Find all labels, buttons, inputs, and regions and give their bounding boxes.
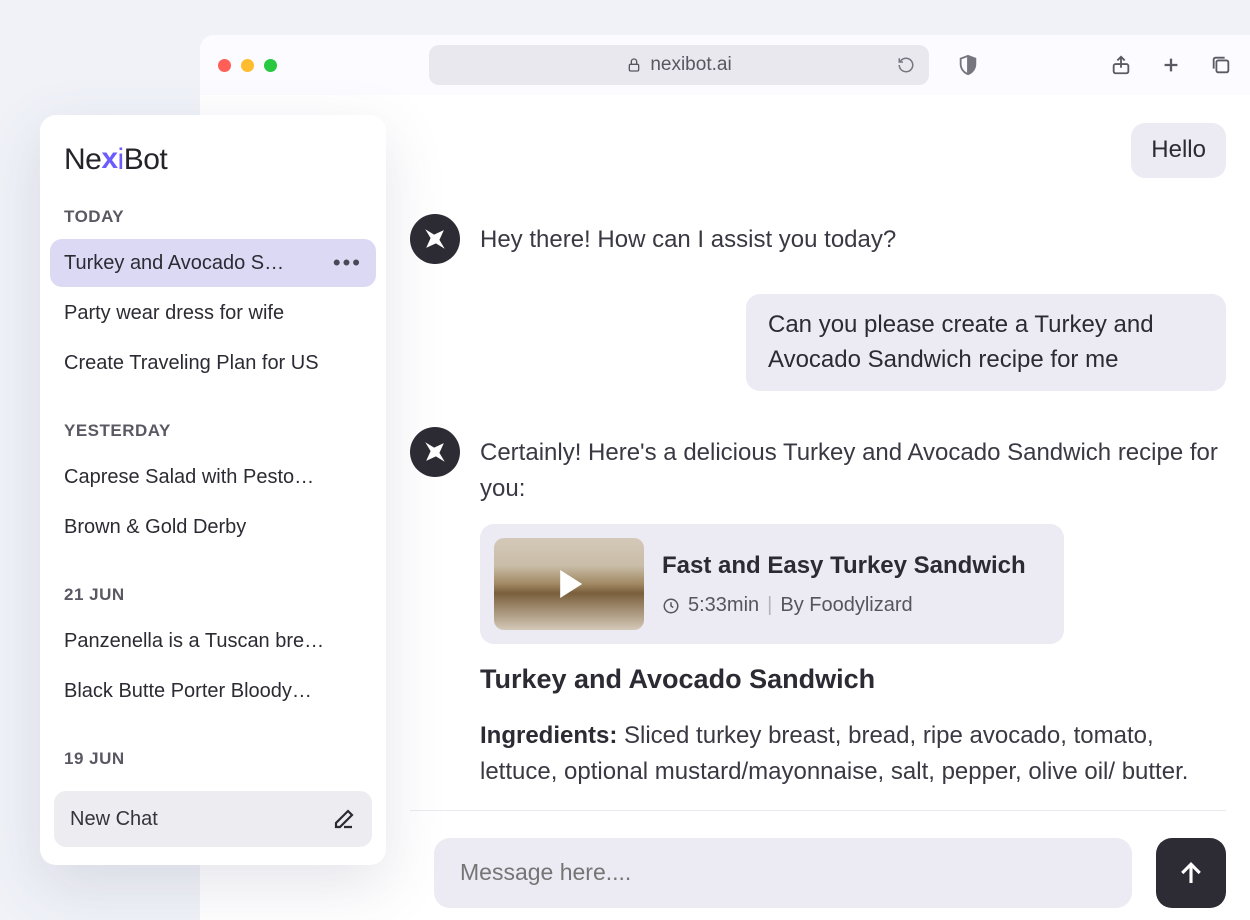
ingredients-line: Ingredients: Sliced turkey breast, bread…	[480, 718, 1226, 789]
video-author: By Foodylizard	[780, 591, 912, 621]
user-message: Can you please create a Turkey and Avoca…	[746, 294, 1226, 392]
new-chat-button[interactable]: New Chat	[54, 791, 372, 847]
composer	[410, 810, 1226, 920]
chat-item-title: Brown & Gold Derby	[64, 516, 246, 539]
chat-history-item[interactable]: Brown & Gold Derby	[50, 503, 376, 551]
chat-history-list: TODAY Turkey and Avocado S… ••• Party we…	[50, 199, 376, 781]
bot-avatar-icon	[410, 214, 460, 264]
new-chat-label: New Chat	[70, 808, 158, 831]
chat-history-item[interactable]: Turkey and Avocado S… •••	[50, 239, 376, 287]
video-title: Fast and Easy Turkey Sandwich	[662, 548, 1026, 584]
app-logo: NexiBot	[50, 143, 376, 177]
lock-icon	[626, 57, 642, 73]
bot-message-text: Hey there! How can I assist you today?	[480, 214, 1226, 258]
new-tab-icon[interactable]	[1160, 54, 1182, 76]
section-label-today: TODAY	[50, 207, 376, 227]
window-close-button[interactable]	[218, 59, 231, 72]
shield-icon[interactable]	[957, 54, 979, 76]
refresh-icon[interactable]	[897, 56, 915, 74]
chat-item-title: Turkey and Avocado S…	[64, 252, 284, 275]
clock-icon	[662, 597, 680, 615]
chat-history-item[interactable]: Create Traveling Plan for US	[50, 339, 376, 387]
separator: |	[767, 591, 772, 621]
bot-avatar-icon	[410, 427, 460, 477]
window-maximize-button[interactable]	[264, 59, 277, 72]
window-minimize-button[interactable]	[241, 59, 254, 72]
message-input[interactable]	[434, 838, 1132, 908]
bot-message-text: Certainly! Here's a delicious Turkey and…	[480, 439, 1218, 502]
chat-area: Hello Hey there! How can I assist you to…	[410, 95, 1250, 920]
video-duration: 5:33min	[688, 591, 759, 621]
more-icon[interactable]: •••	[333, 250, 362, 276]
chat-item-title: Black Butte Porter Bloody…	[64, 680, 312, 703]
chat-item-title: Create Traveling Plan for US	[64, 352, 319, 375]
address-bar[interactable]: nexibot.ai	[429, 45, 929, 85]
section-label-21jun: 21 JUN	[50, 585, 376, 605]
tabs-icon[interactable]	[1210, 54, 1232, 76]
section-label-19jun: 19 JUN	[50, 749, 376, 769]
chat-history-item[interactable]: Party wear dress for wife	[50, 289, 376, 337]
recipe-title: Turkey and Avocado Sandwich	[480, 660, 1226, 700]
user-message-text: Can you please create a Turkey and Avoca…	[768, 311, 1154, 373]
chat-item-title: Party wear dress for wife	[64, 302, 284, 325]
browser-toolbar: nexibot.ai	[200, 35, 1250, 95]
chat-item-title: Caprese Salad with Pesto…	[64, 466, 314, 489]
chat-history-item[interactable]: Caprese Salad with Pesto…	[50, 453, 376, 501]
bot-message: Hey there! How can I assist you today?	[410, 214, 1226, 264]
chat-item-title: Panzenella is a Tuscan bre…	[64, 630, 324, 653]
bot-message: Certainly! Here's a delicious Turkey and…	[410, 427, 1226, 789]
traffic-lights	[218, 59, 277, 72]
messages-list: Hello Hey there! How can I assist you to…	[410, 95, 1226, 810]
send-button[interactable]	[1156, 838, 1226, 908]
user-message: Hello	[1131, 123, 1226, 178]
url-text: nexibot.ai	[650, 54, 731, 76]
video-card[interactable]: Fast and Easy Turkey Sandwich 5:33min | …	[480, 524, 1064, 644]
user-message-text: Hello	[1151, 136, 1206, 163]
sidebar: NexiBot TODAY Turkey and Avocado S… ••• …	[40, 115, 386, 865]
video-thumbnail[interactable]	[494, 538, 644, 630]
share-icon[interactable]	[1110, 54, 1132, 76]
section-label-yesterday: YESTERDAY	[50, 421, 376, 441]
chat-history-item[interactable]: Black Butte Porter Bloody…	[50, 667, 376, 715]
ingredients-label: Ingredients:	[480, 722, 617, 749]
arrow-up-icon	[1176, 858, 1206, 888]
edit-icon	[332, 807, 356, 831]
chat-history-item[interactable]: Panzenella is a Tuscan bre…	[50, 617, 376, 665]
